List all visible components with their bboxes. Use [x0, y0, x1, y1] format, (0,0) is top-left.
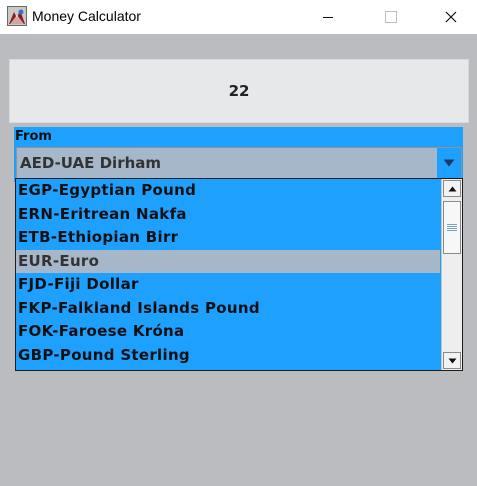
list-item-highlighted[interactable]: EUR-Euro: [16, 249, 440, 273]
list-item[interactable]: EGP-Egyptian Pound: [16, 179, 440, 203]
minimize-icon: [323, 17, 333, 18]
close-icon: [445, 11, 457, 23]
grip-icon: [447, 224, 457, 231]
from-label: From: [15, 129, 52, 144]
title-bar[interactable]: Money Calculator: [0, 0, 477, 34]
scroll-thumb[interactable]: [443, 201, 461, 254]
from-currency-selected: AED-UAE Dirham: [20, 154, 162, 172]
list-item[interactable]: ETB-Ethiopian Birr: [16, 226, 440, 250]
maximize-icon: [385, 11, 397, 23]
scroll-up-button[interactable]: [443, 180, 461, 197]
list-item[interactable]: ERN-Eritrean Nakfa: [16, 203, 440, 227]
window-content: 22 From AED-UAE Dirham EGP-Egyptian Poun…: [0, 34, 477, 486]
list-scrollbar[interactable]: [441, 179, 462, 370]
chevron-down-icon: [443, 159, 455, 167]
list-item[interactable]: FOK-Faroese Króna: [16, 320, 440, 344]
from-currency-dropdown[interactable]: AED-UAE Dirham: [16, 147, 462, 179]
arrow-down-icon: [448, 358, 456, 363]
list-item[interactable]: FJD-Fiji Dollar: [16, 273, 440, 297]
currency-list[interactable]: EGP-Egyptian Pound ERN-Eritrean Nakfa ET…: [15, 178, 463, 371]
dropdown-arrow-button[interactable]: [437, 148, 461, 178]
window-title: Money Calculator: [32, 8, 141, 24]
list-item[interactable]: FKP-Falkland Islands Pound: [16, 297, 440, 321]
scroll-down-button[interactable]: [443, 352, 461, 369]
maximize-button[interactable]: [368, 0, 414, 34]
amount-display: 22: [9, 59, 469, 123]
close-button[interactable]: [428, 0, 474, 34]
app-icon: [7, 6, 27, 26]
amount-value: 22: [228, 82, 250, 100]
list-item[interactable]: GBP-Pound Sterling: [16, 344, 440, 368]
minimize-button[interactable]: [305, 0, 351, 34]
arrow-up-icon: [448, 186, 456, 191]
